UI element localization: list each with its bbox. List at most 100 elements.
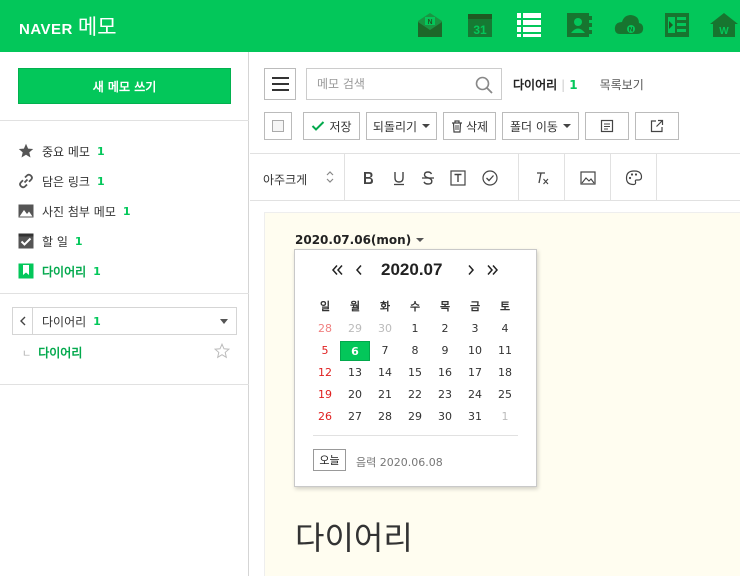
calendar-day[interactable]: 2 (430, 319, 460, 339)
folder-item-label: 다이어리 (38, 345, 83, 360)
calendar-day[interactable]: 16 (430, 363, 460, 383)
today-button[interactable]: 오늘 (313, 449, 346, 471)
calendar-day[interactable]: 1 (400, 319, 430, 339)
calendar-day[interactable]: 21 (370, 385, 400, 405)
text-box-icon[interactable] (448, 168, 468, 188)
cloud-icon[interactable]: N (614, 12, 644, 38)
sidebar-item-diary[interactable]: 다이어리 1 (18, 256, 238, 286)
calendar-day[interactable]: 9 (430, 341, 460, 361)
underline-icon[interactable] (389, 168, 409, 188)
star-outline-icon[interactable] (213, 342, 231, 362)
calendar-day[interactable]: 7 (370, 341, 400, 361)
chevron-left-icon[interactable] (13, 308, 33, 334)
trash-icon (451, 119, 462, 133)
calendar-header: 2020.07 (295, 260, 538, 284)
weekday-header: 목 (439, 300, 451, 313)
calendar-day[interactable]: 1 (490, 407, 520, 427)
calendar-day[interactable]: 5 (310, 341, 340, 361)
sidebar-item-todo[interactable]: 할 일 1 (18, 226, 238, 256)
font-size-select[interactable]: 아주크게 (263, 171, 307, 188)
calendar-day[interactable]: 18 (490, 363, 520, 383)
sidebar-item-count: 1 (122, 204, 131, 218)
calendar-day[interactable]: 17 (460, 363, 490, 383)
calendar-day[interactable]: 26 (310, 407, 340, 427)
search-box (306, 68, 502, 100)
calendar-icon[interactable]: 31 (467, 12, 493, 38)
clear-format-icon[interactable] (533, 168, 553, 188)
save-button[interactable]: 저장 (303, 112, 360, 140)
folder-select[interactable]: 다이어리 1 (12, 307, 237, 335)
calendar-icon-label: 31 (473, 23, 487, 37)
image-icon (18, 203, 34, 219)
updown-icon[interactable] (325, 169, 335, 188)
calendar-day[interactable]: 11 (490, 341, 520, 361)
delete-button[interactable]: 삭제 (443, 112, 496, 140)
bold-icon[interactable] (358, 168, 378, 188)
calendar-day[interactable]: 31 (460, 407, 490, 427)
contacts-icon[interactable] (566, 12, 592, 38)
sidebar-item-important[interactable]: 중요 메모 1 (18, 136, 238, 166)
palette-icon[interactable] (624, 168, 644, 188)
calendar-day[interactable]: 20 (340, 385, 370, 405)
calendar-day[interactable]: 12 (310, 363, 340, 383)
sidebar-menu: 중요 메모 1 담은 링크 1 사진 첨부 메모 1 할 일 1 다이어리 1 (18, 136, 238, 286)
calendar-day[interactable]: 25 (490, 385, 520, 405)
mail-icon-label: N (427, 19, 432, 26)
calendar-day[interactable]: 29 (340, 319, 370, 339)
select-all-checkbox[interactable] (264, 112, 292, 140)
calendar-day[interactable]: 8 (400, 341, 430, 361)
date-picker-toggle[interactable]: 2020.07.06 (mon) (295, 233, 425, 247)
calendar-day[interactable]: 30 (370, 319, 400, 339)
menu-button[interactable] (264, 68, 296, 100)
calendar-day[interactable]: 3 (460, 319, 490, 339)
calendar-day[interactable]: 19 (310, 385, 340, 405)
search-input[interactable] (317, 77, 477, 91)
print-button[interactable] (585, 112, 629, 140)
sidebar-item-count: 1 (96, 144, 105, 158)
calendar-day[interactable]: 22 (400, 385, 430, 405)
calendar-day[interactable]: 28 (310, 319, 340, 339)
calendar-day[interactable]: 23 (430, 385, 460, 405)
revert-button[interactable]: 되돌리기 (366, 112, 437, 140)
mail-icon[interactable]: N (417, 12, 443, 38)
home-icon[interactable]: W (709, 12, 740, 38)
check-circle-icon[interactable] (480, 168, 500, 188)
view-tab-list[interactable]: 목록보기 (600, 76, 644, 93)
office-icon[interactable] (664, 12, 690, 38)
calendar-day-selected[interactable]: 6 (340, 341, 370, 361)
brand-label: NAVER (19, 21, 73, 38)
next-month-icon[interactable] (467, 264, 475, 280)
calendar-day[interactable]: 28 (370, 407, 400, 427)
strikethrough-icon[interactable] (418, 168, 438, 188)
sidebar-item-photos[interactable]: 사진 첨부 메모 1 (18, 196, 238, 226)
calendar-day[interactable]: 15 (400, 363, 430, 383)
search-icon[interactable] (475, 76, 493, 97)
move-folder-button[interactable]: 폴더 이동 (502, 112, 579, 140)
calendar-day[interactable]: 14 (370, 363, 400, 383)
view-tab-diary[interactable]: 다이어리 (513, 76, 557, 93)
calendar-day[interactable]: 4 (490, 319, 520, 339)
calendar-day[interactable]: 10 (460, 341, 490, 361)
memo-title[interactable]: 다이어리 (295, 513, 413, 559)
calendar-week-row: 12 13 14 15 16 17 18 (310, 362, 520, 384)
folder-item-diary[interactable]: ㄴ 다이어리 (22, 342, 234, 362)
sidebar-item-links[interactable]: 담은 링크 1 (18, 166, 238, 196)
tab-divider: | (561, 77, 566, 92)
open-window-button[interactable] (635, 112, 679, 140)
calendar-day[interactable]: 27 (340, 407, 370, 427)
revert-label: 되돌리기 (372, 119, 418, 134)
next-year-icon[interactable] (485, 264, 499, 280)
caret-down-icon (562, 124, 571, 128)
prev-year-icon[interactable] (331, 264, 345, 280)
new-memo-button[interactable]: 새 메모 쓰기 (18, 68, 231, 104)
calendar-day[interactable]: 13 (340, 363, 370, 383)
calendar-day[interactable]: 30 (430, 407, 460, 427)
memo-list-icon[interactable] (516, 12, 542, 38)
top-bar: NAVER 메모 N 31 N W (0, 0, 740, 52)
naver-memo-logo[interactable]: NAVER 메모 (19, 11, 117, 41)
toolbar-divider (344, 154, 345, 201)
prev-month-icon[interactable] (355, 264, 363, 280)
insert-image-icon[interactable] (578, 168, 598, 188)
calendar-day[interactable]: 29 (400, 407, 430, 427)
calendar-day[interactable]: 24 (460, 385, 490, 405)
